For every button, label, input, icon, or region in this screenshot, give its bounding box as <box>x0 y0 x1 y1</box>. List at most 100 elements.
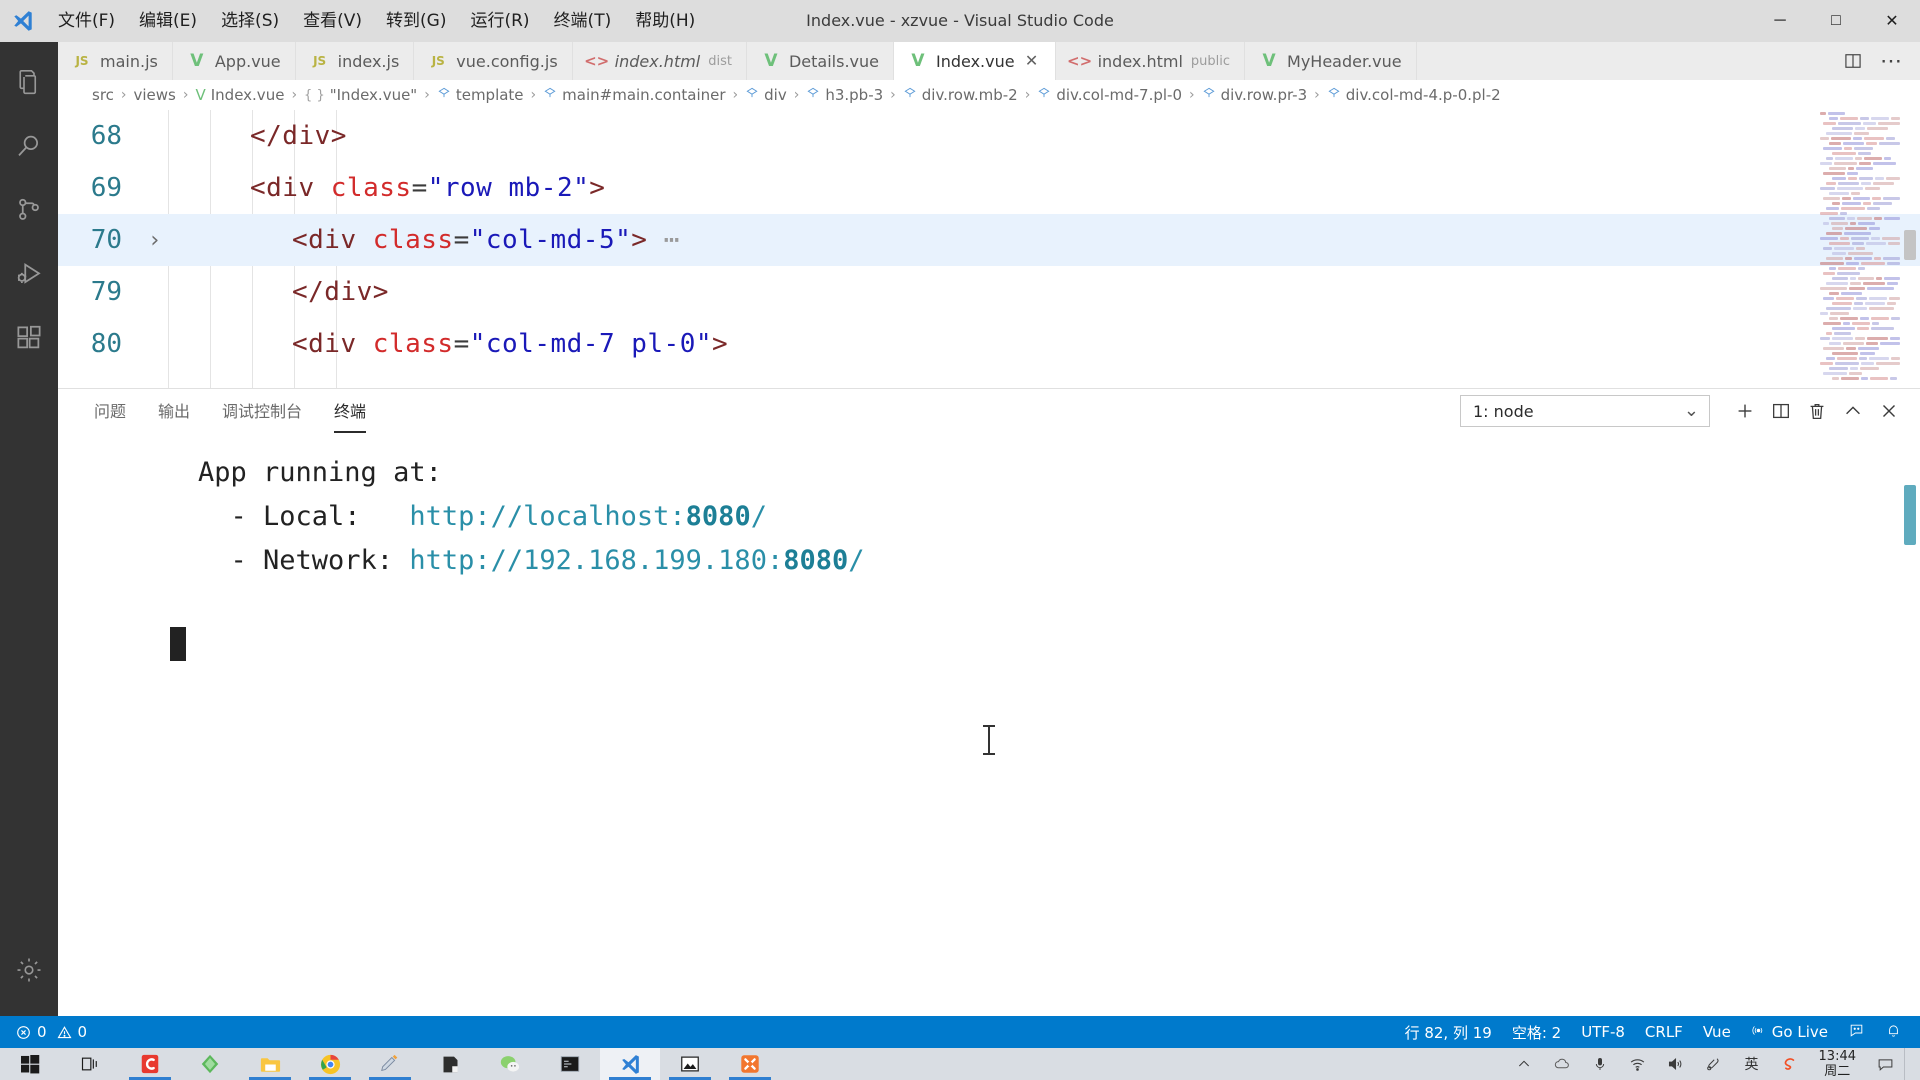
code-line[interactable]: 80 <div class="col-md-7 pl-0"> <box>58 318 1920 370</box>
editor-tab-index-html-7[interactable]: <> index.html public <box>1056 42 1246 80</box>
status-cursor-position[interactable]: 行 82, 列 19 <box>1395 1016 1502 1048</box>
taskbar-gitkraken[interactable] <box>180 1048 240 1080</box>
line-number: 79 <box>90 277 122 307</box>
maximize-button[interactable]: □ <box>1808 0 1864 42</box>
breadcrumb-item-2[interactable]: V Index.vue <box>195 86 284 104</box>
taskbar-notepad[interactable] <box>420 1048 480 1080</box>
maximize-panel-button[interactable] <box>1836 394 1870 428</box>
status-notifications[interactable] <box>1875 1016 1912 1048</box>
split-terminal-button[interactable] <box>1764 394 1798 428</box>
editor-scrollbar-thumb[interactable] <box>1904 230 1916 260</box>
search-icon[interactable] <box>0 114 58 178</box>
source-control-icon[interactable] <box>0 178 58 242</box>
error-circle-icon <box>17 1025 30 1039</box>
breadcrumb-item-1[interactable]: views <box>134 86 176 104</box>
tray-sogou-icon[interactable] <box>1771 1048 1809 1080</box>
taskbar-clock[interactable]: 13:44 周二 <box>1809 1049 1866 1079</box>
settings-gear-icon[interactable] <box>0 938 58 1002</box>
panel-tab-output[interactable]: 输出 <box>158 389 190 433</box>
breadcrumb-item-11[interactable]: div.col-md-4.p-0.pl-2 <box>1327 86 1501 104</box>
code-line[interactable]: 70 › <div class="col-md-5"> ⋯ <box>58 214 1920 266</box>
minimize-button[interactable]: ─ <box>1752 0 1808 42</box>
show-desktop-button[interactable] <box>1904 1048 1916 1080</box>
breadcrumb-item-10[interactable]: div.row.pr-3 <box>1202 86 1307 104</box>
close-panel-button[interactable] <box>1872 394 1906 428</box>
taskbar-chrome[interactable] <box>300 1048 360 1080</box>
editor-tab-index-js-2[interactable]: JS index.js <box>296 42 415 80</box>
terminal-output[interactable]: App running at: - Local: http://localhos… <box>58 433 1920 1016</box>
tray-ime-icon[interactable]: 英 <box>1733 1048 1771 1080</box>
status-indentation[interactable]: 空格: 2 <box>1502 1016 1571 1048</box>
status-errors-warnings[interactable]: 0 0 <box>6 1016 97 1048</box>
tray-show-hidden-icon[interactable] <box>1505 1048 1543 1080</box>
editor-tab-details-vue-5[interactable]: V Details.vue <box>747 42 894 80</box>
new-terminal-button[interactable] <box>1728 394 1762 428</box>
breadcrumb-item-4[interactable]: template <box>437 86 524 104</box>
code-line[interactable]: 68 </div> <box>58 110 1920 162</box>
code-editor[interactable]: 68 </div> 69 <div class="row mb-2"> 70 › <div … <box>58 110 1920 388</box>
breadcrumb-item-9[interactable]: div.col-md-7.pl-0 <box>1037 86 1182 104</box>
editor-tab-vue-config-js-3[interactable]: JS vue.config.js <box>414 42 573 80</box>
editor-tab-myheader-vue-8[interactable]: V MyHeader.vue <box>1245 42 1417 80</box>
tab-close-icon[interactable]: ✕ <box>1023 51 1041 71</box>
tray-pen-icon[interactable] <box>1695 1048 1733 1080</box>
run-and-debug-icon[interactable] <box>0 242 58 306</box>
editor-minimap[interactable] <box>1816 112 1900 384</box>
menu-terminal[interactable]: 终端(T) <box>542 0 624 42</box>
panel-tab-terminal[interactable]: 终端 <box>334 389 366 433</box>
taskbar-vscode[interactable] <box>600 1048 660 1080</box>
editor-tab-main-js-0[interactable]: JS main.js <box>58 42 173 80</box>
tray-microphone-icon[interactable] <box>1581 1048 1619 1080</box>
tray-volume-icon[interactable] <box>1657 1048 1695 1080</box>
editor-scrollbar[interactable] <box>1904 112 1918 384</box>
status-feedback[interactable] <box>1838 1016 1875 1048</box>
editor-tab-app-vue-1[interactable]: V App.vue <box>173 42 296 80</box>
breadcrumb-item-5[interactable]: main#main.container <box>543 86 726 104</box>
menu-selection[interactable]: 选择(S) <box>209 0 291 42</box>
editor-tab-index-vue-6[interactable]: V Index.vue ✕ <box>894 42 1056 80</box>
terminal-selector-dropdown[interactable]: 1: node ⌄ <box>1460 395 1710 427</box>
split-editor-button[interactable] <box>1836 44 1870 78</box>
breadcrumb-separator: › <box>530 87 537 103</box>
taskbar-explorer[interactable] <box>240 1048 300 1080</box>
action-center-button[interactable] <box>1866 1048 1904 1080</box>
taskbar-photos[interactable] <box>660 1048 720 1080</box>
status-encoding[interactable]: UTF-8 <box>1571 1016 1635 1048</box>
breadcrumb-item-3[interactable]: { } "Index.vue" <box>304 86 417 104</box>
breadcrumb-item-7[interactable]: h3.pb-3 <box>806 86 883 104</box>
menu-run[interactable]: 运行(R) <box>458 0 541 42</box>
taskbar-xampp[interactable] <box>720 1048 780 1080</box>
more-actions-button[interactable]: ⋯ <box>1874 44 1908 78</box>
close-button[interactable]: ✕ <box>1864 0 1920 42</box>
menu-go[interactable]: 转到(G) <box>374 0 458 42</box>
status-language-mode[interactable]: Vue <box>1693 1016 1741 1048</box>
editor-tab-index-html-4[interactable]: <> index.html dist <box>573 42 747 80</box>
start-button[interactable] <box>0 1048 60 1080</box>
taskbar-wechat[interactable] <box>480 1048 540 1080</box>
terminal-scrollbar-thumb[interactable] <box>1904 485 1916 545</box>
breadcrumb-item-6[interactable]: div <box>745 86 787 104</box>
tray-wifi-icon[interactable] <box>1619 1048 1657 1080</box>
menu-file[interactable]: 文件(F) <box>46 0 127 42</box>
tray-onedrive-icon[interactable] <box>1543 1048 1581 1080</box>
taskbar-cdr[interactable] <box>120 1048 180 1080</box>
menu-view[interactable]: 查看(V) <box>291 0 374 42</box>
kill-terminal-button[interactable] <box>1800 394 1834 428</box>
breadcrumb-label: src <box>92 86 114 104</box>
breadcrumb-item-0[interactable]: src <box>92 86 114 104</box>
status-eol[interactable]: CRLF <box>1635 1016 1693 1048</box>
taskbar-paint[interactable] <box>360 1048 420 1080</box>
menu-edit[interactable]: 编辑(E) <box>127 0 209 42</box>
panel-tab-problems[interactable]: 问题 <box>94 389 126 433</box>
fold-arrow-icon[interactable]: › <box>148 228 176 253</box>
taskbar-terminal[interactable] <box>540 1048 600 1080</box>
status-go-live[interactable]: Go Live <box>1741 1016 1838 1048</box>
explorer-icon[interactable] <box>0 50 58 114</box>
code-line[interactable]: 79 </div> <box>58 266 1920 318</box>
task-view-icon[interactable] <box>60 1048 120 1080</box>
menu-help[interactable]: 帮助(H) <box>623 0 707 42</box>
code-line[interactable]: 69 <div class="row mb-2"> <box>58 162 1920 214</box>
panel-tab-debug-console[interactable]: 调试控制台 <box>222 389 302 433</box>
extensions-icon[interactable] <box>0 306 58 370</box>
breadcrumb-item-8[interactable]: div.row.mb-2 <box>903 86 1018 104</box>
